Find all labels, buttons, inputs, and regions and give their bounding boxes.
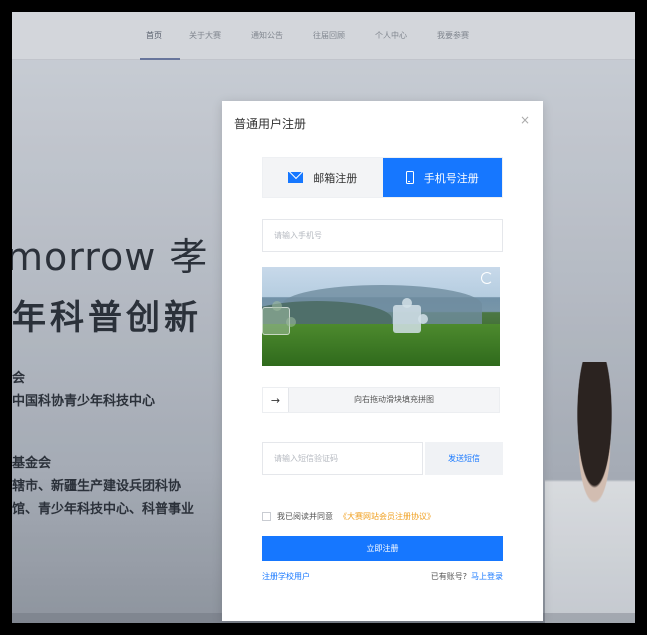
agreement-link[interactable]: 《大赛网站会员注册协议》 <box>339 511 435 522</box>
sms-code-input[interactable]: 请输入短信验证码 <box>262 442 423 475</box>
send-sms-button[interactable]: 发送短信 <box>425 442 503 475</box>
sms-row: 请输入短信验证码 发送短信 <box>262 442 503 475</box>
modal-title: 普通用户注册 <box>234 117 307 131</box>
puzzle-slot <box>393 298 428 333</box>
tab-phone-label: 手机号注册 <box>423 171 479 185</box>
phone-input[interactable]: 请输入手机号 <box>262 219 503 252</box>
mail-icon <box>288 172 304 183</box>
captcha-puzzle-image <box>262 267 500 366</box>
register-tabs: 邮箱注册 手机号注册 <box>262 157 503 198</box>
register-button[interactable]: 立即注册 <box>262 536 503 561</box>
login-prompt: 已有账号? 马上登录 <box>431 571 503 582</box>
slider-handle[interactable]: → <box>263 388 289 412</box>
register-school-link[interactable]: 注册学校用户 <box>262 571 310 582</box>
has-account-text: 已有账号? <box>430 572 467 581</box>
tab-email-register[interactable]: 邮箱注册 <box>263 158 383 197</box>
tab-email-label: 邮箱注册 <box>313 171 358 185</box>
refresh-icon[interactable] <box>481 272 493 284</box>
agree-checkbox[interactable] <box>262 512 271 521</box>
agreement-row: 我已阅读并同意 《大赛网站会员注册协议》 <box>262 511 435 522</box>
puzzle-piece[interactable] <box>262 301 296 335</box>
register-modal: 普通用户注册 × 邮箱注册 手机号注册 请输入手机号 → 向右拖动滑块填充拼图 <box>222 101 543 621</box>
captcha-slider: → 向右拖动滑块填充拼图 <box>262 387 500 413</box>
agree-text: 我已阅读并同意 <box>277 512 333 521</box>
grass-shape <box>262 324 500 366</box>
login-link[interactable]: 马上登录 <box>471 572 503 581</box>
slider-hint: 向右拖动滑块填充拼图 <box>354 395 434 404</box>
tab-phone-register[interactable]: 手机号注册 <box>382 158 502 197</box>
phone-icon <box>405 171 414 184</box>
close-icon[interactable]: × <box>520 113 530 127</box>
page-background: 首页 关于大赛 通知公告 往届回顾 个人中心 我要参赛 morrow 孝 年科普… <box>12 12 635 623</box>
